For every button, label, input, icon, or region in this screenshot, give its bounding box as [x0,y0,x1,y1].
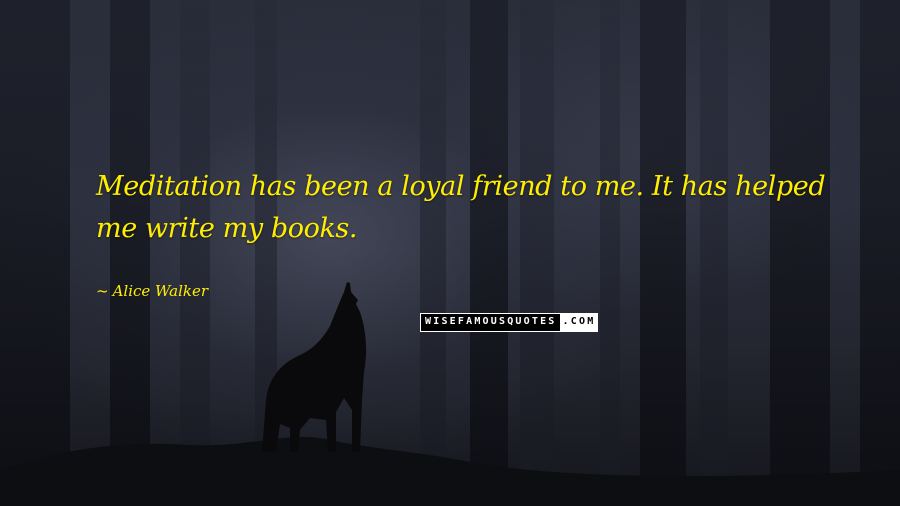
quote-author: ~ Alice Walker [96,281,208,301]
watermark-site: WISEFAMOUSQUOTES [421,314,560,331]
wolf-silhouette-scene [0,282,900,506]
quote-text: Meditation has been a loyal friend to me… [96,171,826,244]
author-prefix: ~ [96,282,109,300]
site-watermark: WISEFAMOUSQUOTES .COM [420,313,599,332]
quote-card: Meditation has been a loyal friend to me… [0,0,900,506]
author-name: Alice Walker [112,282,209,300]
watermark-tld: .COM [559,314,598,331]
